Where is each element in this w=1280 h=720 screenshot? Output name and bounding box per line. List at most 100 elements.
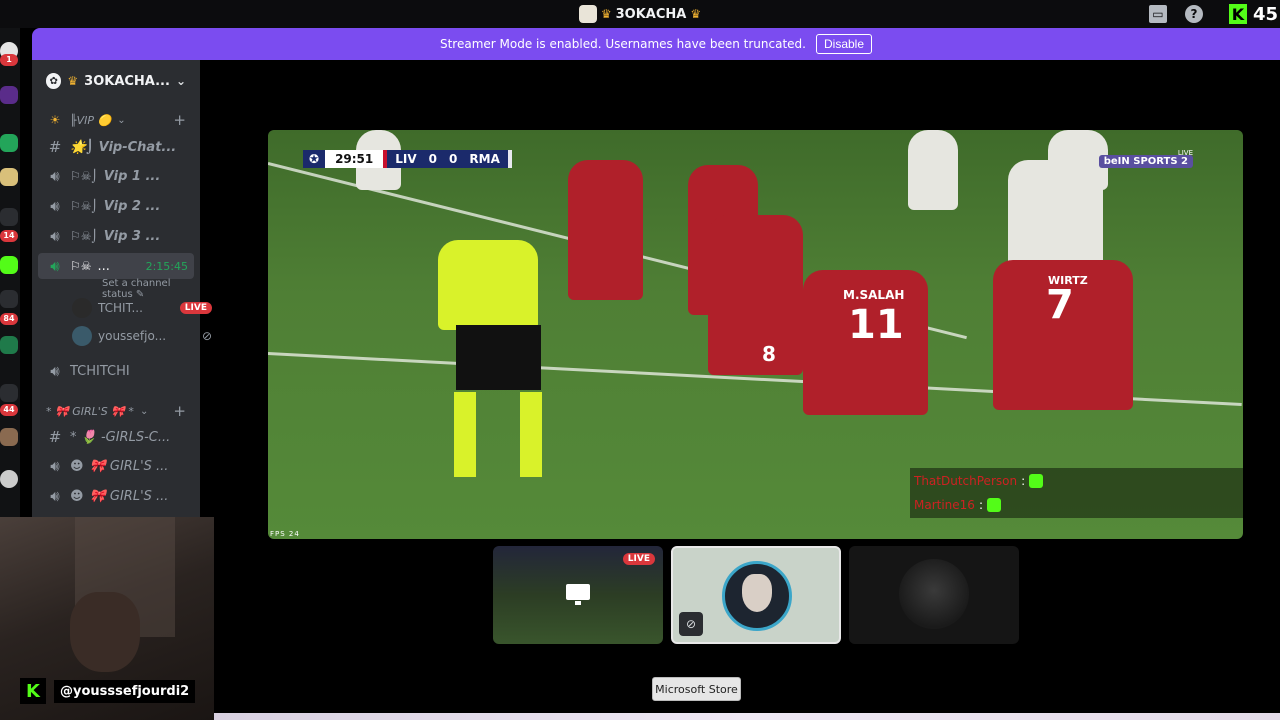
notification-badge: 1	[0, 54, 18, 66]
help-icon[interactable]: ?	[1184, 5, 1203, 23]
server-icon[interactable]	[0, 336, 18, 354]
user-tile[interactable]	[849, 546, 1019, 644]
flag-icon: ⚐☠⌡	[70, 199, 98, 213]
server-icon[interactable]	[0, 384, 18, 402]
chat-message: ThatDutchPerson :	[914, 474, 1044, 488]
channel-vip-chat[interactable]: # 🌟⌡ Vip-Chat...	[38, 134, 194, 160]
server-name: 3OKACHA...	[84, 73, 170, 89]
taskbar-tooltip: Microsoft Store	[652, 677, 741, 701]
server-title: 3OKACHA	[615, 6, 687, 22]
add-channel-icon[interactable]: +	[173, 402, 186, 420]
speaker-icon: 🔊︎	[50, 457, 60, 475]
server-icon[interactable]	[0, 134, 18, 152]
add-channel-icon[interactable]: +	[173, 111, 186, 129]
chevron-down-icon: ⌄	[117, 114, 126, 126]
speaker-icon: 🔊︎	[50, 167, 60, 185]
scoreboard: ✪ 29:51 LIV 0 0 RMA	[303, 150, 512, 168]
away-color	[507, 150, 512, 168]
taskbar	[214, 713, 1280, 720]
kick-handle-tag: K @yousssefjourdi2	[20, 678, 196, 704]
voice-user[interactable]: youssefjo... ⊘	[72, 324, 212, 348]
kick-viewer-badge: K 45	[1228, 3, 1280, 25]
channel-vip-3[interactable]: 🔊︎ ⚐☠⌡ Vip 3 ...	[38, 223, 194, 249]
title-bar: ♛ 3OKACHA ♛ ▭ ? K 45	[0, 0, 1280, 28]
streamer-mode-banner: Streamer Mode is enabled. Usernames have…	[32, 28, 1280, 60]
channel-vip-2[interactable]: 🔊︎ ⚐☠⌡ Vip 2 ...	[38, 193, 194, 219]
hashtag-icon: #	[48, 138, 62, 156]
chat-separator: :	[1021, 474, 1026, 488]
kick-handle: @yousssefjourdi2	[54, 679, 196, 703]
notification-badge: 84	[0, 313, 18, 325]
avatar	[72, 298, 92, 318]
chat-separator: :	[978, 498, 983, 512]
flag-icon: ⚐☠	[70, 259, 92, 273]
referee-shorts	[456, 325, 541, 390]
flag-icon: ⚐☠⌡	[70, 169, 98, 183]
mic-muted-icon: ⊘	[201, 329, 212, 343]
kick-logo-icon: K	[20, 678, 46, 704]
player-name: M.SALAH	[843, 288, 905, 302]
channel-label: 🌟⌡ Vip-Chat...	[70, 139, 177, 155]
stream-tile[interactable]: LIVE	[493, 546, 663, 644]
voice-user[interactable]: TCHIT... LIVE	[72, 296, 212, 320]
server-icon[interactable]	[0, 428, 18, 446]
category-label: ╟VIP 🟡	[70, 113, 112, 127]
channel-vip-1[interactable]: 🔊︎ ⚐☠⌡ Vip 1 ...	[38, 163, 194, 189]
kick-server-icon[interactable]	[0, 256, 18, 274]
server-icon[interactable]	[0, 208, 18, 226]
viewer-count: 45	[1252, 3, 1278, 25]
channel-active-voice[interactable]: 🔊︎ ⚐☠ ... 2:15:45	[38, 253, 194, 279]
referee-sock	[520, 392, 542, 477]
channel-sidebar: ✿ ♛ 3OKACHA... ⌄ ☀ ╟VIP 🟡 ⌄ + # 🌟⌡ Vip-C…	[32, 60, 212, 518]
channel-girls-voice[interactable]: 🔊︎ ☻ 🎀 GIRL'S ...	[38, 483, 194, 509]
avatar	[899, 559, 969, 629]
away-score: 0	[449, 152, 458, 166]
disable-button[interactable]: Disable	[815, 34, 873, 54]
competition-icon: ✪	[303, 150, 326, 168]
inbox-icon[interactable]: ▭	[1148, 5, 1167, 23]
avatar	[722, 561, 792, 631]
channel-girls-voice[interactable]: 🔊︎ ☻ 🎀 GIRL'S ...	[38, 453, 194, 479]
channel-label: Vip 1 ...	[103, 168, 161, 184]
channel-girls-chat[interactable]: # * 🌷 -GIRLS-C...	[38, 424, 194, 450]
channel-label: Vip 2 ...	[103, 198, 161, 214]
crown-icon: ♛	[600, 7, 612, 21]
crown-icon: ♛	[67, 74, 79, 88]
broadcaster-logo: beIN SPORTS 2	[1098, 155, 1193, 168]
channel-label: 🎀 GIRL'S ...	[89, 488, 169, 504]
user-tile-active[interactable]: ⊘	[671, 546, 841, 644]
channel-label: Vip 3 ...	[103, 228, 161, 244]
server-header[interactable]: ✿ ♛ 3OKACHA... ⌄	[32, 60, 200, 102]
server-icon[interactable]	[0, 86, 18, 104]
server-icon[interactable]	[0, 470, 18, 488]
referee-sock	[454, 392, 476, 477]
channel-label: 🎀 GIRL'S ...	[89, 458, 169, 474]
notification-badge: 14	[0, 230, 18, 242]
live-badge: LIVE	[622, 553, 655, 565]
speaker-icon: 🔊︎	[50, 197, 60, 215]
stream-video[interactable]: 8 M.SALAH 11 WIRTZ 7 ✪ 29:51 LIV 0 0 RMA…	[268, 130, 1243, 539]
monitor-icon	[566, 584, 590, 605]
category-girls[interactable]: * 🎀 GIRL'S 🎀 * ⌄ +	[38, 398, 194, 424]
server-icon[interactable]	[0, 168, 18, 186]
call-timer: 2:15:45	[145, 259, 188, 273]
speaker-icon: 🔊︎	[50, 257, 60, 275]
fps-counter: FPS 24	[270, 530, 300, 538]
window-title: ♛ 3OKACHA ♛	[578, 5, 701, 23]
chat-message: Martine16 :	[914, 498, 1001, 512]
sun-icon: ☀	[49, 113, 61, 127]
user-name: youssefjo...	[98, 329, 167, 343]
category-vip[interactable]: ☀ ╟VIP 🟡 ⌄ +	[38, 107, 194, 133]
player	[708, 215, 803, 375]
home-team: LIV	[395, 152, 417, 166]
player	[908, 130, 958, 210]
avatar	[72, 326, 92, 346]
server-icon[interactable]	[0, 290, 18, 308]
speaker-icon: 🔊︎	[50, 362, 60, 380]
channel-tchitchi[interactable]: 🔊︎ TCHITCHI	[38, 358, 194, 384]
kick-logo-icon: K	[1228, 4, 1247, 24]
channel-label: TCHITCHI	[70, 363, 130, 379]
chat-username: Martine16	[914, 498, 975, 512]
player-number: 8	[762, 342, 776, 366]
hashtag-icon: #	[48, 428, 62, 446]
